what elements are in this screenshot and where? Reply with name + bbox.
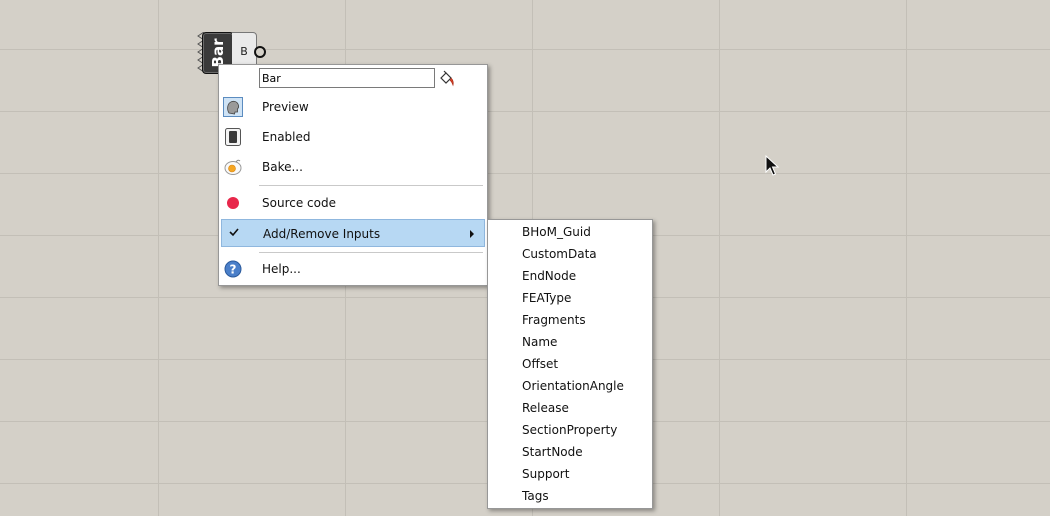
menu-item-enabled[interactable]: Enabled <box>219 123 487 151</box>
submenu-item-orientationangle[interactable]: OrientationAngle <box>488 375 652 397</box>
menu-item-label: Enabled <box>262 130 311 144</box>
menu-item-label: Add/Remove Inputs <box>263 227 381 241</box>
enabled-icon <box>223 127 243 147</box>
menu-item-label: Bake... <box>262 160 303 174</box>
output-grip-icon[interactable] <box>254 46 266 58</box>
menu-item-add-remove-inputs[interactable]: Add/Remove Inputs <box>221 219 485 247</box>
component-name-input[interactable] <box>259 68 435 88</box>
submenu-item-fragments[interactable]: Fragments <box>488 309 652 331</box>
menu-separator <box>259 252 483 253</box>
submenu-item-featype[interactable]: FEAType <box>488 287 652 309</box>
menu-item-bake[interactable]: Bake... <box>219 153 487 181</box>
context-menu: Preview Enabled Bake... Source code <box>218 64 488 286</box>
menu-separator <box>259 185 483 186</box>
submenu-item-support[interactable]: Support <box>488 463 652 485</box>
submenu-item-endnode[interactable]: EndNode <box>488 265 652 287</box>
menu-item-help[interactable]: ? Help... <box>219 255 487 283</box>
submenu-item-name[interactable]: Name <box>488 331 652 353</box>
menu-item-label: Preview <box>262 100 309 114</box>
name-row <box>219 65 487 93</box>
bake-icon <box>223 157 243 177</box>
inputs-submenu: BHoM_Guid CustomData EndNode FEAType Fra… <box>487 219 653 509</box>
svg-text:?: ? <box>230 263 237 277</box>
submenu-arrow-icon <box>470 230 474 238</box>
submenu-item-release[interactable]: Release <box>488 397 652 419</box>
source-code-icon <box>223 193 243 213</box>
submenu-item-sectionproperty[interactable]: SectionProperty <box>488 419 652 441</box>
submenu-item-tags[interactable]: Tags <box>488 485 652 507</box>
submenu-item-offset[interactable]: Offset <box>488 353 652 375</box>
paint-bucket-icon[interactable] <box>438 70 456 88</box>
mouse-cursor-icon <box>765 155 780 176</box>
menu-item-label: Source code <box>262 196 336 210</box>
checkmark-icon <box>224 222 244 242</box>
help-icon: ? <box>223 259 243 279</box>
menu-item-source-code[interactable]: Source code <box>219 189 487 217</box>
preview-icon <box>223 97 243 117</box>
submenu-item-bhom-guid[interactable]: BHoM_Guid <box>488 221 652 243</box>
menu-item-label: Help... <box>262 262 301 276</box>
submenu-item-customdata[interactable]: CustomData <box>488 243 652 265</box>
menu-item-preview[interactable]: Preview <box>219 93 487 121</box>
submenu-item-startnode[interactable]: StartNode <box>488 441 652 463</box>
